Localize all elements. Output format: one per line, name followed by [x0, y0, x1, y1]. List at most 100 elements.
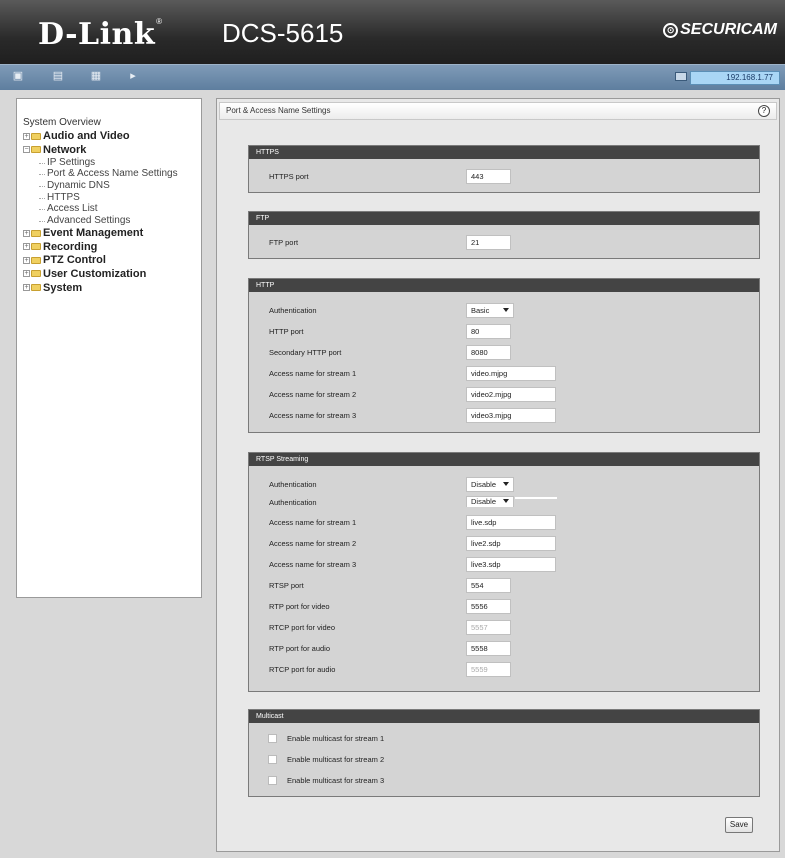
playback-icon[interactable]: ▤ [52, 71, 64, 82]
http-stream3-input[interactable]: video3.mjpg [466, 408, 556, 423]
sidebar-item-dynamic-dns[interactable]: Dynamic DNS [23, 180, 201, 192]
dropdown-caret-icon [503, 308, 509, 312]
folder-icon [31, 243, 41, 251]
http-stream2-input[interactable]: video2.mjpg [466, 387, 556, 402]
http-stream1-input[interactable]: video.mjpg [466, 366, 556, 381]
dropdown-caret-icon [503, 499, 509, 503]
section-header: FTP [249, 212, 759, 225]
ftp-port-label: FTP port [269, 238, 299, 247]
ip-address: 192.168.1.77 [690, 71, 780, 85]
expand-icon[interactable]: + [23, 229, 30, 237]
multicast-stream3-checkbox[interactable] [268, 776, 277, 785]
dropdown-caret-icon [503, 482, 509, 486]
rtp-audio-port-input[interactable]: 5558 [466, 641, 511, 656]
rtsp-section: RTSP Streaming Authentication Disable Au… [248, 452, 760, 692]
folder-icon [31, 229, 41, 237]
section-header: RTSP Streaming [249, 453, 759, 466]
save-button[interactable]: Save [725, 817, 753, 833]
rtsp-authentication-label: Authentication [269, 480, 317, 489]
sidebar-item-recording[interactable]: + Recording [23, 240, 201, 254]
rtsp-stream2-label: Access name for stream 2 [269, 539, 357, 548]
monitor-icon [675, 72, 687, 81]
http-port-input[interactable]: 80 [466, 324, 511, 339]
ftp-port-input[interactable]: 21 [466, 235, 511, 250]
secondary-http-port-input[interactable]: 8080 [466, 345, 511, 360]
rtsp-port-input[interactable]: 554 [466, 578, 511, 593]
multicast-stream2-checkbox[interactable] [268, 755, 277, 764]
collapse-icon[interactable]: − [23, 146, 30, 154]
camera-icon[interactable]: ▣ [12, 71, 24, 82]
rtcp-video-port-input: 5557 [466, 620, 511, 635]
http-section: HTTP Authentication Basic HTTP port 80 S… [248, 278, 760, 433]
logout-icon[interactable]: ▸ [127, 71, 139, 82]
expand-icon[interactable]: + [23, 243, 30, 251]
rtcp-audio-port-input: 5559 [466, 662, 511, 677]
rtcp-audio-port-label: RTCP port for audio [269, 665, 336, 674]
rtsp-stream3-input[interactable]: live3.sdp [466, 557, 556, 572]
section-header: Multicast [249, 710, 759, 723]
app-header: D-Link® DCS-5615 ⊙ SECURICAM [0, 0, 785, 64]
rtsp-stream2-input[interactable]: live2.sdp [466, 536, 556, 551]
rtcp-video-port-label: RTCP port for video [269, 623, 336, 632]
http-authentication-label: Authentication [269, 306, 317, 315]
rtsp-port-label: RTSP port [269, 581, 304, 590]
expand-icon[interactable]: + [23, 256, 30, 264]
sidebar-item-audio-video[interactable]: + Audio and Video [23, 130, 201, 144]
https-port-input[interactable]: 443 [466, 169, 511, 184]
https-section: HTTPS HTTPS port 443 [248, 145, 760, 193]
http-stream1-label: Access name for stream 1 [269, 369, 357, 378]
sidebar: System Overview + Audio and Video − Netw… [16, 98, 202, 598]
securicam-mark-icon: ⊙ [663, 22, 679, 38]
rtsp-stream3-label: Access name for stream 3 [269, 560, 357, 569]
help-icon[interactable]: ? [758, 105, 770, 117]
rtsp-authentication-select-ghost: Disable [466, 496, 514, 507]
sidebar-item-advanced-settings[interactable]: Advanced Settings [23, 215, 201, 227]
sidebar-item-ptz-control[interactable]: + PTZ Control [23, 254, 201, 268]
sidebar-item-ip-settings[interactable]: IP Settings [23, 157, 201, 169]
rtsp-stream1-label: Access name for stream 1 [269, 518, 357, 527]
main-panel: Port & Access Name Settings ? HTTPS HTTP… [216, 98, 780, 852]
rtp-video-port-label: RTP port for video [269, 602, 330, 611]
folder-icon [31, 256, 41, 264]
rtsp-stream1-input[interactable]: live.sdp [466, 515, 556, 530]
folder-open-icon [31, 146, 41, 154]
multicast-stream2-option[interactable]: Enable multicast for stream 2 [268, 755, 384, 764]
folder-icon [31, 270, 41, 278]
section-header: HTTPS [249, 146, 759, 159]
settings-icon[interactable]: ▦ [90, 71, 102, 82]
multicast-section: Multicast Enable multicast for stream 1 … [248, 709, 760, 797]
expand-icon[interactable]: + [23, 284, 30, 292]
multicast-stream3-option[interactable]: Enable multicast for stream 3 [268, 776, 384, 785]
folder-icon [31, 132, 41, 140]
folder-icon [31, 284, 41, 292]
model-name: DCS-5615 [222, 18, 344, 48]
https-port-label: HTTPS port [269, 172, 309, 181]
multicast-stream1-checkbox[interactable] [268, 734, 277, 743]
http-stream2-label: Access name for stream 2 [269, 390, 357, 399]
render-artifact [515, 497, 557, 499]
ftp-section: FTP FTP port 21 [248, 211, 760, 259]
sidebar-item-network[interactable]: − Network [23, 143, 201, 157]
sidebar-item-system-overview[interactable]: System Overview [23, 116, 201, 130]
rtp-audio-port-label: RTP port for audio [269, 644, 331, 653]
rtsp-authentication-label-ghost: Authentication [269, 498, 317, 505]
sidebar-item-user-customization[interactable]: + User Customization [23, 267, 201, 281]
sidebar-item-port-access-name[interactable]: Port & Access Name Settings [23, 168, 201, 180]
sidebar-item-event-management[interactable]: + Event Management [23, 226, 201, 240]
panel-title-bar: Port & Access Name Settings ? [219, 102, 777, 120]
expand-icon[interactable]: + [23, 132, 30, 140]
http-port-label: HTTP port [269, 327, 304, 336]
section-header: HTTP [249, 279, 759, 292]
sidebar-item-https[interactable]: HTTPS [23, 192, 201, 204]
http-authentication-select[interactable]: Basic [466, 303, 514, 318]
dlink-logo: D-Link® [38, 17, 163, 52]
http-stream3-label: Access name for stream 3 [269, 411, 357, 420]
expand-icon[interactable]: + [23, 270, 30, 278]
sidebar-item-system[interactable]: + System [23, 281, 201, 295]
rtp-video-port-input[interactable]: 5556 [466, 599, 511, 614]
multicast-stream1-option[interactable]: Enable multicast for stream 1 [268, 734, 384, 743]
toolbar: ▣ ▤ ▦ ▸ 192.168.1.77 [0, 64, 785, 90]
securicam-logo: ⊙ SECURICAM [663, 21, 777, 39]
sidebar-item-access-list[interactable]: Access List [23, 203, 201, 215]
rtsp-authentication-select[interactable]: Disable [466, 477, 514, 492]
